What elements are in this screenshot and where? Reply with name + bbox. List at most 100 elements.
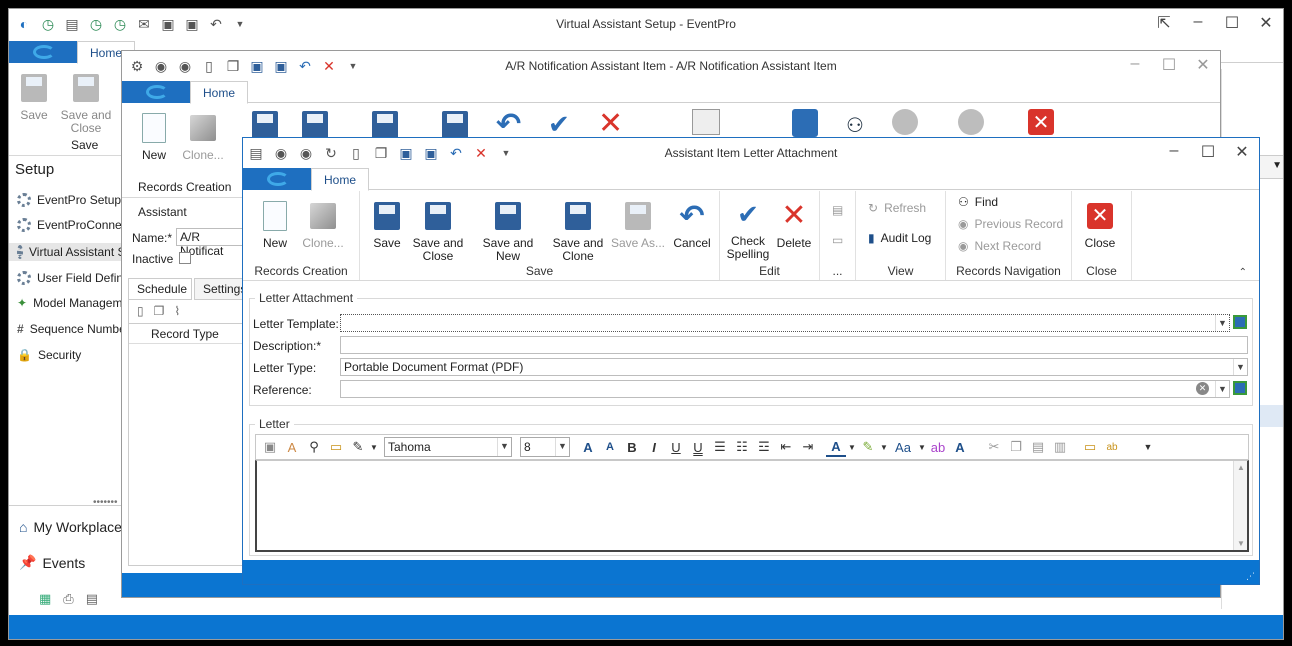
attach-icon[interactable]: ⌇ xyxy=(174,304,180,319)
bullets-icon[interactable]: ☰ xyxy=(710,437,730,457)
font-select[interactable]: Tahoma ▼ xyxy=(384,437,512,457)
letter-tab-home[interactable]: Home xyxy=(311,168,370,191)
underline-icon[interactable]: U xyxy=(666,437,686,457)
delete-button[interactable]: ✕ Delete xyxy=(774,199,814,250)
folder-icon[interactable]: ▭ xyxy=(832,233,843,247)
close-icon[interactable]: ✕ xyxy=(1233,142,1251,162)
close-icon[interactable]: ✕ xyxy=(1028,109,1054,135)
paste-special-icon[interactable]: ▥ xyxy=(1050,437,1070,457)
description-input[interactable] xyxy=(340,336,1248,354)
chevron-down-icon[interactable]: ▼ xyxy=(1272,160,1282,171)
cancel-button[interactable]: ↶ Cancel xyxy=(670,199,714,250)
footsteps-icon[interactable] xyxy=(792,109,818,137)
merge-field-icon[interactable]: ▭ xyxy=(1080,437,1100,457)
audit-log-button[interactable]: ▮ Audit Log xyxy=(868,231,931,245)
template-add-icon[interactable] xyxy=(1233,315,1247,329)
paste-icon[interactable]: ▤ xyxy=(1028,437,1048,457)
chevron-down-icon[interactable]: ▼ xyxy=(370,437,378,457)
text-style-icon[interactable]: A xyxy=(282,437,302,457)
chevron-down-icon[interactable]: ▼ xyxy=(555,438,569,456)
report-icon[interactable] xyxy=(692,109,720,135)
report-icon[interactable]: ▤ xyxy=(832,203,843,217)
letter-file-tab[interactable] xyxy=(243,168,311,190)
grid-icon[interactable]: ▦ xyxy=(39,591,51,607)
previous-record-button[interactable]: ◉ Previous Record xyxy=(958,217,1063,231)
close-icon[interactable]: ✕ xyxy=(1194,55,1212,75)
close-icon[interactable]: ✕ xyxy=(1257,13,1275,33)
find-replace-icon[interactable]: ⚲ xyxy=(304,437,324,457)
font-color-icon[interactable]: A xyxy=(826,437,846,457)
multilevel-list-icon[interactable]: ☲ xyxy=(754,437,774,457)
delete-icon[interactable]: ✕ xyxy=(598,109,623,139)
clone-icon[interactable]: ❐ xyxy=(154,304,165,319)
save-icon[interactable]: ▣ xyxy=(260,437,280,457)
down-arrow-icon[interactable] xyxy=(958,109,984,135)
editor-scrollbar[interactable]: ▲ ▼ xyxy=(1233,461,1247,550)
toolbar-overflow-icon[interactable]: ▼ xyxy=(1138,437,1158,457)
increase-indent-icon[interactable]: ⇥ xyxy=(798,437,818,457)
nav-item-security[interactable]: 🔒 Security xyxy=(17,348,81,362)
save-close-icon[interactable] xyxy=(302,111,328,139)
scroll-up-icon[interactable]: ▲ xyxy=(1237,463,1245,472)
letter-template-input[interactable]: ▼ xyxy=(340,314,1230,332)
reference-add-icon[interactable] xyxy=(1233,381,1247,395)
format-painter-icon[interactable]: ✎ xyxy=(348,437,368,457)
highlight-icon[interactable]: ✎ xyxy=(858,437,878,457)
new-button[interactable]: New xyxy=(255,199,295,250)
open-folder-icon[interactable]: ▭ xyxy=(326,437,346,457)
clear-format-icon[interactable]: ab xyxy=(928,437,948,457)
bold-icon[interactable]: B xyxy=(622,437,642,457)
binoculars-icon[interactable]: ⚇ xyxy=(846,113,864,138)
minimize-icon[interactable]: – xyxy=(1165,142,1183,162)
ar-tab-schedule[interactable]: Schedule xyxy=(128,278,192,300)
letter-type-select[interactable]: Portable Document Format (PDF) ▼ xyxy=(340,358,1248,376)
main-save-close-button[interactable]: Save and Close xyxy=(59,71,113,135)
minimize-icon[interactable]: – xyxy=(1189,13,1207,33)
chevron-down-icon[interactable]: ▼ xyxy=(848,437,856,457)
restore-icon[interactable]: ⇱ xyxy=(1155,13,1173,33)
double-underline-icon[interactable]: U xyxy=(688,437,708,457)
minimize-icon[interactable]: – xyxy=(1126,55,1144,75)
save-button[interactable]: Save xyxy=(370,199,404,250)
grow-font-icon[interactable]: A xyxy=(578,437,598,457)
reference-input[interactable]: ✕ ▼ xyxy=(340,380,1230,398)
nav-item-virtual-assistant[interactable]: Virtual Assistant S xyxy=(9,243,126,261)
ar-file-tab[interactable] xyxy=(122,81,190,103)
clear-icon[interactable]: ✕ xyxy=(1196,382,1209,395)
maximize-icon[interactable]: ☐ xyxy=(1199,142,1217,162)
refresh-button[interactable]: ↻ Refresh xyxy=(868,201,926,215)
chevron-down-icon[interactable]: ▼ xyxy=(1215,381,1229,397)
save-and-close-button[interactable]: Save and Close xyxy=(410,199,466,263)
save-new-icon[interactable] xyxy=(372,111,398,139)
ar-name-input[interactable]: A/R Notificat xyxy=(176,228,246,258)
close-button[interactable]: ✕ Close xyxy=(1080,199,1120,250)
cut-icon[interactable]: ✂ xyxy=(984,437,1004,457)
nav-item-eventpro-setup[interactable]: EventPro Setup xyxy=(17,193,121,207)
printer-icon[interactable]: ⎙ xyxy=(63,591,73,607)
nav-item-eventproconnect[interactable]: EventProConnect xyxy=(17,218,131,232)
maximize-icon[interactable]: ☐ xyxy=(1160,55,1178,75)
chevron-down-icon[interactable]: ▼ xyxy=(497,438,511,456)
numbering-icon[interactable]: ☷ xyxy=(732,437,752,457)
nav-events[interactable]: 📌 Events xyxy=(19,554,85,571)
ar-tab-settings[interactable]: Settings xyxy=(194,278,246,300)
ar-new-button[interactable]: New xyxy=(136,111,172,162)
letter-editor-body[interactable]: ▲ ▼ xyxy=(255,460,1249,552)
main-save-button[interactable]: Save xyxy=(17,71,51,122)
ar-tab-home[interactable]: Home xyxy=(190,81,249,104)
find-button[interactable]: ⚇ Find xyxy=(958,195,998,209)
main-file-tab[interactable] xyxy=(9,41,77,63)
ar-clone-button[interactable]: Clone... xyxy=(180,111,226,162)
nav-item-sequence-number[interactable]: # Sequence Number xyxy=(17,322,130,336)
next-record-button[interactable]: ◉ Next Record xyxy=(958,239,1041,253)
nav-my-workplace[interactable]: ⌂ My Workplace xyxy=(19,519,122,535)
merge-field-ab-icon[interactable]: ab xyxy=(1102,437,1122,457)
chevron-down-icon[interactable]: ▼ xyxy=(1215,315,1229,331)
ar-inactive-checkbox[interactable] xyxy=(179,252,191,264)
save-and-new-button[interactable]: Save and New xyxy=(470,199,546,263)
scroll-down-icon[interactable]: ▼ xyxy=(1237,539,1245,548)
chevron-down-icon[interactable]: ▼ xyxy=(1233,359,1247,375)
shrink-font-icon[interactable]: A xyxy=(600,437,620,457)
italic-icon[interactable]: I xyxy=(644,437,664,457)
check-spelling-button[interactable]: ✔ Check Spelling xyxy=(726,197,770,261)
